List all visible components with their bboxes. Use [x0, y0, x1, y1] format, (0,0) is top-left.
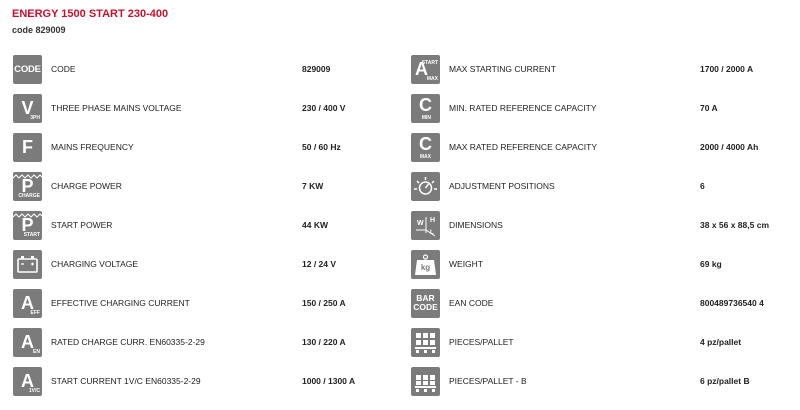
spec-label: DIMENSIONS: [449, 220, 503, 230]
spec-row-rated-charge-current: A EN RATED CHARGE CURR. EN60335-2-29 130 …: [8, 323, 392, 362]
spec-row-code: CODE CODE 829009: [8, 50, 392, 89]
spec-row-mains-voltage: V 3PH THREE PHASE MAINS VOLTAGE 230 / 400…: [8, 89, 392, 128]
spec-label: MIN. RATED REFERENCE CAPACITY: [449, 103, 597, 113]
spec-row-start-current: A 1V/C START CURRENT 1V/C EN60335-2-29 10…: [8, 362, 392, 401]
spec-row-dimensions: W H L DIMENSIONS 38 x 56 x 88,5 cm: [406, 206, 790, 245]
spec-value: 70 A: [700, 103, 718, 113]
pallet-b-icon: [411, 366, 440, 396]
current-start-icon: A 1V/C: [13, 366, 42, 396]
voltage-3ph-icon: V 3PH: [13, 93, 42, 123]
spec-label: WEIGHT: [449, 259, 483, 269]
spec-label: EFFECTIVE CHARGING CURRENT: [51, 298, 190, 308]
spec-value: 6: [700, 181, 705, 191]
spec-row-max-capacity: C MAX MAX RATED REFERENCE CAPACITY 2000 /…: [406, 128, 790, 167]
spec-table-right: A START MAX MAX STARTING CURRENT 1700 / 20…: [406, 50, 790, 401]
spec-value: 2000 / 4000 Ah: [700, 142, 759, 152]
spec-value: 38 x 56 x 88,5 cm: [700, 220, 770, 230]
spec-value: 150 / 250 A: [302, 298, 346, 308]
spec-row-pieces-pallet-b: PIECES/PALLET - B 6 pz/pallet B: [406, 362, 790, 401]
pallet-icon: [411, 327, 440, 357]
product-code: code 829009: [12, 25, 66, 35]
capacity-max-icon: C MAX: [411, 132, 440, 162]
current-en-icon: A EN: [13, 327, 42, 357]
product-spec-page: ENERGY 1500 START 230-400 code 829009 CO…: [0, 0, 800, 410]
spec-label: RATED CHARGE CURR. EN60335-2-29: [51, 337, 205, 347]
barcode-icon: BAR CODE: [411, 288, 440, 318]
spec-row-pieces-pallet: PIECES/PALLET 4 pz/pallet: [406, 323, 790, 362]
spec-label: EAN CODE: [449, 298, 494, 308]
pallet-icon-svg: [415, 332, 436, 353]
current-eff-icon: A EFF: [13, 288, 42, 318]
dimensions-icon: W H L: [411, 210, 440, 240]
dimensions-icon-svg: W H L: [416, 216, 436, 236]
spec-label: THREE PHASE MAINS VOLTAGE: [51, 103, 182, 113]
spec-label: MAX RATED REFERENCE CAPACITY: [449, 142, 597, 152]
spec-value: 800489736540 4: [700, 298, 764, 308]
current-start-max-icon: A START MAX: [411, 54, 440, 84]
spec-value: 69 kg: [700, 259, 722, 269]
spec-label: ADJUSTMENT POSITIONS: [449, 181, 555, 191]
spec-value: 44 KW: [302, 220, 328, 230]
spec-table-left: CODE CODE 829009 V 3PH THREE PHASE MAINS …: [8, 50, 392, 401]
spec-label: MAX STARTING CURRENT: [449, 64, 556, 74]
spec-row-weight: kg WEIGHT 69 kg: [406, 245, 790, 284]
svg-text:H: H: [430, 217, 435, 224]
spec-value: 4 pz/pallet: [700, 337, 742, 347]
spec-value: 7 KW: [302, 181, 324, 191]
spec-label: START POWER: [51, 220, 113, 230]
spec-label: CHARGE POWER: [51, 181, 122, 191]
spec-row-frequency: F MAINS FREQUENCY 50 / 60 Hz: [8, 128, 392, 167]
spec-label: START CURRENT 1V/C EN60335-2-29: [51, 376, 201, 386]
battery-icon: [13, 249, 42, 279]
weight-icon: kg: [411, 249, 440, 279]
spec-value: 130 / 220 A: [302, 337, 346, 347]
spec-value: 6 pz/pallet B: [700, 376, 750, 386]
battery-icon-svg: [17, 255, 38, 273]
spec-value: 1700 / 2000 A: [700, 64, 754, 74]
product-title: ENERGY 1500 START 230-400: [12, 8, 169, 20]
spec-row-ean-code: BAR CODE EAN CODE 800489736540 4: [406, 284, 790, 323]
spec-value: 1000 / 1300 A: [302, 376, 356, 386]
spec-value: 829009: [302, 64, 331, 74]
adjustment-icon: [411, 171, 440, 201]
spec-row-adjustment-positions: ADJUSTMENT POSITIONS 6: [406, 167, 790, 206]
frequency-icon: F: [13, 132, 42, 162]
spec-value: 12 / 24 V: [302, 259, 337, 269]
spec-label: PIECES/PALLET: [449, 337, 514, 347]
svg-text:W: W: [417, 220, 424, 227]
spec-row-start-power: P START START POWER 44 KW: [8, 206, 392, 245]
spec-label: PIECES/PALLET - B: [449, 376, 527, 386]
spec-row-max-starting-current: A START MAX MAX STARTING CURRENT 1700 / 20…: [406, 50, 790, 89]
power-start-icon: P START: [13, 210, 42, 240]
spec-row-charging-voltage: CHARGING VOLTAGE 12 / 24 V: [8, 245, 392, 284]
code-icon: CODE: [13, 54, 42, 84]
spec-value: 230 / 400 V: [302, 103, 346, 113]
spec-label: CHARGING VOLTAGE: [51, 259, 139, 269]
spec-value: 50 / 60 Hz: [302, 142, 341, 152]
spec-row-charge-power: P CHARGE CHARGE POWER 7 KW: [8, 167, 392, 206]
spec-label: CODE: [51, 64, 76, 74]
capacity-min-icon: C MIN: [411, 93, 440, 123]
pallet-b-icon-svg: [415, 374, 436, 392]
spec-row-min-capacity: C MIN MIN. RATED REFERENCE CAPACITY 70 A: [406, 89, 790, 128]
power-charge-icon: P CHARGE: [13, 171, 42, 201]
spec-label: MAINS FREQUENCY: [51, 142, 134, 152]
spec-row-effective-current: A EFF EFFECTIVE CHARGING CURRENT 150 / 25…: [8, 284, 392, 323]
adjustment-icon-svg: [414, 176, 437, 195]
